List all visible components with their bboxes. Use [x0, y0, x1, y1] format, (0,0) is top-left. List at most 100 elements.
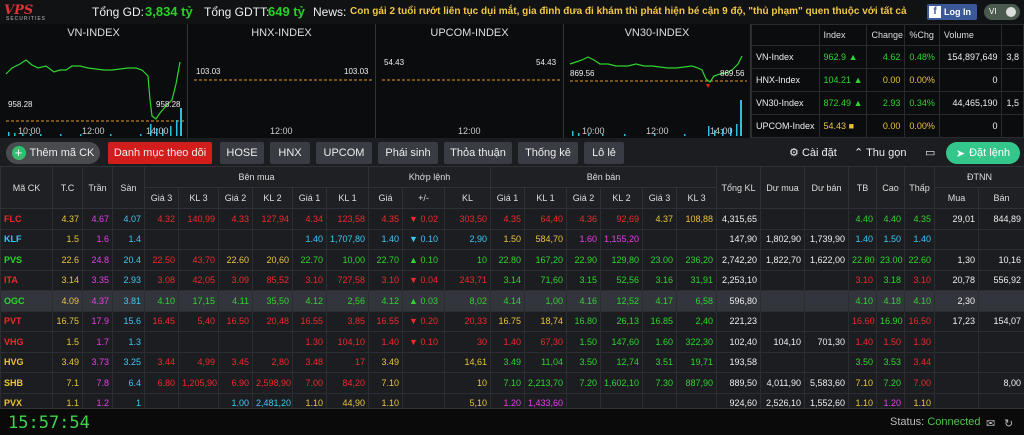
- col-symbol[interactable]: Mã CK: [0, 166, 53, 209]
- table-row[interactable]: PVX 1.1 1.2 1 1.00 2,481,20 1.10 44,90 1.10 5,10 1…: [0, 392, 1024, 408]
- table-cell: 4.33: [218, 208, 253, 230]
- top-bar: VPS SECURITIES Tổng GD: 3,834 tỷ Tổng GDT…: [0, 0, 1024, 24]
- col-ask-price-1[interactable]: Giá 1: [490, 187, 526, 209]
- table-cell: 1.40: [848, 228, 878, 250]
- col-foreign-buy[interactable]: Mua: [934, 187, 980, 209]
- table-cell: 17,15: [178, 290, 219, 312]
- col-high[interactable]: Cao: [876, 166, 906, 209]
- col-total-volume[interactable]: Tổng KL: [716, 166, 762, 209]
- symbol-cell: HVG: [0, 351, 53, 373]
- tab-negotiated[interactable]: Thỏa thuận: [444, 142, 512, 164]
- settings-label: Cài đặt: [801, 147, 837, 159]
- tab-hose[interactable]: HOSE: [220, 142, 264, 164]
- col-ask-price-2[interactable]: Giá 2: [566, 187, 602, 209]
- facebook-login-button[interactable]: f Log In: [927, 4, 977, 20]
- table-cell: 154,07: [978, 310, 1024, 332]
- table-cell: 1.40: [368, 228, 403, 250]
- chart-title: HNX-INDEX: [251, 27, 312, 39]
- col-foreign-sell[interactable]: Bán: [978, 187, 1024, 209]
- table-cell: 14,61: [443, 351, 492, 373]
- table-row[interactable]: ITA 3.14 3.35 2.93 3.08 42,05 3.09 85,52 3.10 727…: [0, 269, 1024, 291]
- table-cell: 4.10: [144, 290, 179, 312]
- table-cell: 3.18: [876, 269, 906, 291]
- index-extra: [1001, 68, 1024, 92]
- col-floor[interactable]: Sàn: [112, 166, 145, 209]
- upcom-index-chart[interactable]: UPCOM-INDEX 54.43 54.43 12:00: [376, 24, 564, 138]
- table-row[interactable]: FLC 4.37 4.67 4.07 4.32 140,99 4.33 127,94 4.34 1…: [0, 208, 1024, 230]
- monitor-icon[interactable]: ▭: [925, 146, 935, 159]
- chart-ref-right: 54.43: [536, 58, 557, 67]
- hnx-index-chart[interactable]: HNX-INDEX 103.03 103.03 12:00: [188, 24, 376, 138]
- tab-upcom[interactable]: UPCOM: [316, 142, 372, 164]
- language-toggle[interactable]: VI: [984, 4, 1020, 20]
- collapse-button[interactable]: ⌃ Thu gọn: [854, 146, 906, 159]
- table-cell: 924,60: [716, 392, 762, 408]
- settings-button[interactable]: ⚙ Cài đặt: [789, 146, 837, 159]
- place-order-button[interactable]: ➤ Đặt lệnh: [946, 142, 1020, 164]
- table-cell: 3.50: [566, 351, 602, 373]
- table-cell: 102,40: [716, 331, 762, 353]
- table-cell: 1.10: [848, 392, 878, 408]
- index-row[interactable]: VN30-Index 872.49 ▲ 2.93 0.34% 44,465,19…: [751, 91, 1024, 115]
- vn-index-chart-plot: [5, 59, 184, 136]
- col-ask-vol-2[interactable]: KL 2: [600, 187, 644, 209]
- table-cell: 4.67: [82, 208, 113, 230]
- col-match-vol[interactable]: KL: [443, 187, 492, 209]
- table-row[interactable]: PVS 22.6 24.8 20.4 22.50 43,70 22.60 20,60 22.70…: [0, 249, 1024, 271]
- col-bid-vol-1[interactable]: KL 1: [326, 187, 369, 209]
- table-cell: 3.15: [566, 269, 602, 291]
- index-row[interactable]: UPCOM-Index 54.43 ■ 0.00 0.00% 0: [751, 114, 1024, 138]
- table-cell: 2,56: [326, 290, 369, 312]
- table-cell: 4.18: [876, 290, 906, 312]
- table-cell: [676, 228, 718, 250]
- table-cell: 3.25: [112, 351, 145, 373]
- col-bid-vol-3[interactable]: KL 3: [178, 187, 219, 209]
- index-row[interactable]: HNX-Index 104.21 ▲ 0.00 0.00% 0: [751, 68, 1024, 92]
- table-cell: [642, 228, 678, 250]
- col-ask-remain[interactable]: Dư bán: [804, 166, 850, 209]
- index-pct: 0.48%: [904, 45, 940, 69]
- table-cell: 1.60: [642, 331, 678, 353]
- col-low[interactable]: Thấp: [904, 166, 936, 209]
- table-cell: 4.34: [292, 208, 327, 230]
- table-cell: 3.53: [876, 351, 906, 373]
- col-avg[interactable]: TB: [848, 166, 878, 209]
- chat-icon[interactable]: ✉: [986, 417, 995, 430]
- news-ticker[interactable]: Con gái 2 tuổi rướt liên tục dụi mắt, gi…: [350, 6, 907, 17]
- table-cell: 1.40: [904, 228, 936, 250]
- table-row[interactable]: SHB 7.1 7.8 6.4 6.80 1,205,90 6.90 2,598,90 7.00…: [0, 372, 1024, 394]
- vn30-index-chart[interactable]: VN30-INDEX 869.56 869.56 10:00 12:00 14:…: [564, 24, 751, 138]
- table-row[interactable]: OGC 4.09 4.37 3.81 4.10 17,15 4.11 35,50 4.12 2,5…: [0, 290, 1024, 312]
- col-bid-price-1[interactable]: Giá 1: [292, 187, 327, 209]
- col-ref[interactable]: T.C: [52, 166, 83, 209]
- tab-odd-lot[interactable]: Lô lẻ: [584, 142, 624, 164]
- vn-index-chart[interactable]: VN-INDEX 958.28 958.28 10:00 12:00 14:00: [0, 24, 188, 138]
- table-row[interactable]: PVT 16.75 17.9 15.6 16.45 5,40 16.50 20,48 16.55…: [0, 310, 1024, 332]
- index-row[interactable]: VN-Index 962.9 ▲ 4.62 0.48% 154,897,649 …: [751, 45, 1024, 69]
- table-cell: 10: [443, 372, 492, 394]
- col-ask-price-3[interactable]: Giá 3: [642, 187, 678, 209]
- table-row[interactable]: HVG 3.49 3.73 3.25 3.44 4,99 3.45 2,80 3.48 17 3.4…: [0, 351, 1024, 373]
- index-col-extra: [1001, 24, 1024, 46]
- table-cell: 10: [443, 249, 492, 271]
- col-ceiling[interactable]: Trần: [82, 166, 113, 209]
- tab-watchlist[interactable]: Danh mục theo dõi: [108, 142, 212, 164]
- col-match-price[interactable]: Giá: [368, 187, 403, 209]
- table-row[interactable]: KLF 1.5 1.6 1.4 1.40 1,707,80 1.40 ▼ 0.10 2,90 1.…: [0, 228, 1024, 250]
- add-symbol-button[interactable]: + Thêm mã CK: [6, 142, 100, 164]
- refresh-icon[interactable]: ↻: [1004, 417, 1013, 430]
- tab-hnx[interactable]: HNX: [270, 142, 310, 164]
- table-cell: 1,155,20: [600, 228, 644, 250]
- col-bid-remain[interactable]: Dư mua: [760, 166, 806, 209]
- col-bid-price-3[interactable]: Giá 3: [144, 187, 179, 209]
- table-cell: [978, 290, 1024, 312]
- group-bid: Bên mua: [144, 166, 369, 188]
- col-ask-vol-1[interactable]: KL 1: [524, 187, 568, 209]
- col-ask-vol-3[interactable]: KL 3: [676, 187, 718, 209]
- tab-derivatives[interactable]: Phái sinh: [378, 142, 438, 164]
- col-match-change[interactable]: +/-: [402, 187, 445, 209]
- col-bid-price-2[interactable]: Giá 2: [218, 187, 253, 209]
- tab-statistics[interactable]: Thống kê: [518, 142, 578, 164]
- col-bid-vol-2[interactable]: KL 2: [252, 187, 293, 209]
- table-row[interactable]: VHG 1.5 1.7 1.3 1.30 104,10 1.40 ▼ 0.10 30 1.40 67…: [0, 331, 1024, 353]
